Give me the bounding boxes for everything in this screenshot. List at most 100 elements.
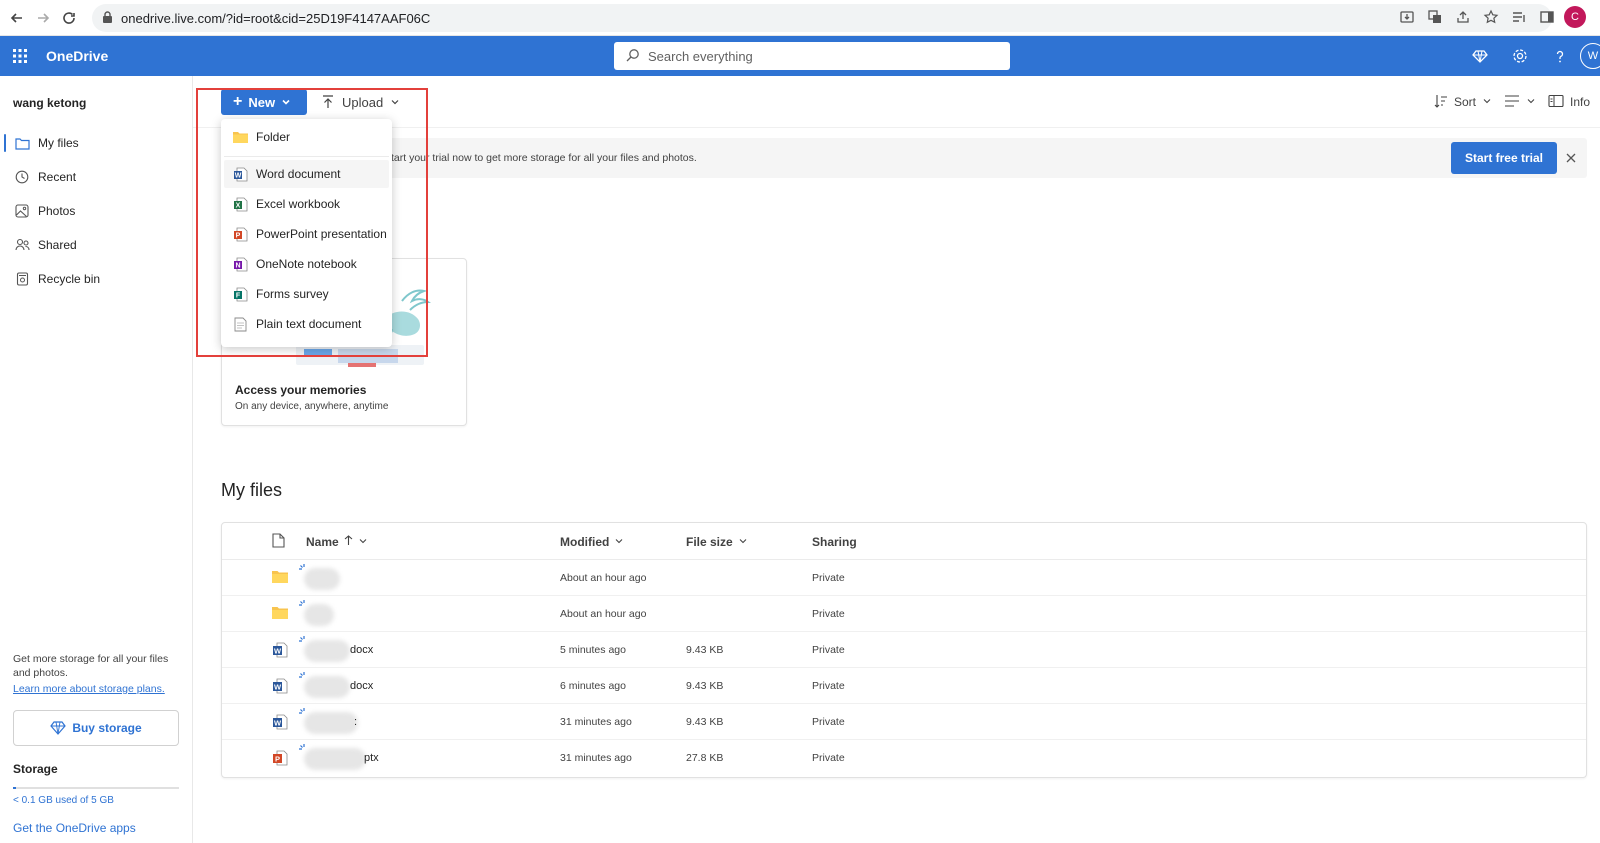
word-icon: W [272,642,288,661]
column-header-modified[interactable]: Modified [560,535,624,549]
search-icon [626,48,640,65]
sharing-cell[interactable]: Private [812,752,845,764]
app-launcher-icon[interactable] [0,36,40,76]
modified-cell: 31 minutes ago [560,752,632,764]
file-size-cell: 27.8 KB [686,752,724,764]
redacted-file-name [304,604,334,626]
sharing-cell[interactable]: Private [812,680,845,692]
diamond-icon [50,721,67,735]
sidebar-item-label: Recent [38,170,77,184]
help-icon[interactable] [1540,36,1580,76]
storage-plans-link[interactable]: Learn more about storage plans. [13,682,178,696]
table-row[interactable]: Wdocx 5 minutes ago 9.43 KB Private [222,632,1586,668]
table-row[interactable]: About an hour ago Private [222,596,1586,632]
user-name: wang ketong [13,96,87,110]
reload-icon[interactable] [56,5,82,31]
back-arrow-icon[interactable] [4,5,30,31]
redacted-file-name [304,568,340,590]
sort-label: Sort [1453,95,1476,109]
info-button[interactable]: Info [1548,94,1590,111]
column-header-name[interactable]: Name [306,535,368,549]
folder-icon [272,570,288,586]
view-layout-button[interactable] [1504,94,1536,111]
sidebar-item-photos[interactable]: Photos [0,194,193,228]
search-input[interactable]: Search everything [614,42,1010,70]
sort-ascending-icon [344,535,353,549]
banner-text: tart your trial now to get more storage … [391,152,697,164]
redacted-file-name [304,748,366,770]
table-row[interactable]: About an hour ago Private [222,560,1586,596]
view-options: Sort Info [1434,89,1590,115]
storage-title: Storage [13,762,58,776]
modified-cell: About an hour ago [560,608,647,620]
sharing-cell[interactable]: Private [812,572,845,584]
sidebar-item-shared[interactable]: Shared [0,228,193,262]
install-app-icon[interactable] [1396,6,1418,28]
app-header: OneDrive Search everything W [0,36,1600,76]
diamond-icon[interactable] [1460,36,1500,76]
sharing-cell[interactable]: Private [812,644,845,656]
file-name-suffix[interactable]: ptx [364,752,379,764]
search-placeholder: Search everything [648,48,753,64]
sidebar-item-label: Shared [38,238,77,252]
file-size-cell: 9.43 KB [686,716,724,728]
storage-progress-bar [13,787,179,789]
sharing-cell[interactable]: Private [812,608,845,620]
reading-list-icon[interactable] [1508,6,1530,28]
redacted-file-name [304,676,350,698]
word-icon: W [272,678,288,697]
settings-gear-icon[interactable] [1500,36,1540,76]
forward-arrow-icon[interactable] [30,5,56,31]
trash-icon [14,271,30,287]
file-name-suffix[interactable]: docx [350,680,373,692]
column-name-label: Name [306,535,339,549]
sidebar-item-recent[interactable]: Recent [0,160,193,194]
annotation-highlight-box [196,88,428,357]
side-panel-icon[interactable] [1536,6,1558,28]
card-title: Access your memories [235,383,367,397]
modified-cell: 31 minutes ago [560,716,632,728]
column-header-file-size[interactable]: File size [686,535,748,549]
translate-icon[interactable] [1424,6,1446,28]
table-row[interactable]: W: 31 minutes ago 9.43 KB Private [222,704,1586,740]
column-sharing-label: Sharing [812,535,857,549]
app-name[interactable]: OneDrive [46,48,108,64]
file-name-suffix[interactable]: docx [350,644,373,656]
modified-cell: 6 minutes ago [560,680,626,692]
file-name-suffix[interactable]: : [354,716,357,728]
file-size-cell: 9.43 KB [686,644,724,656]
sort-button[interactable]: Sort [1434,94,1492,111]
files-table: Name Modified File size Sharing About an… [221,522,1587,778]
file-type-icon[interactable] [272,533,285,551]
column-header-sharing[interactable]: Sharing [812,535,857,549]
start-free-trial-button[interactable]: Start free trial [1450,142,1557,174]
sidebar-item-label: My files [38,136,79,150]
svg-text:W: W [274,646,282,655]
address-bar[interactable]: onedrive.live.com/?id=root&cid=25D19F414… [92,4,1552,32]
list-view-icon [1504,94,1520,111]
section-title: My files [221,480,283,500]
sidebar-item-label: Photos [38,204,76,218]
browser-profile-avatar[interactable]: C [1564,6,1586,28]
table-row[interactable]: Wdocx 6 minutes ago 9.43 KB Private [222,668,1586,704]
sharing-cell[interactable]: Private [812,716,845,728]
folder-icon [272,606,288,622]
table-header: Name Modified File size Sharing [222,523,1586,560]
column-size-label: File size [686,535,733,549]
share-icon[interactable] [1452,6,1474,28]
user-avatar[interactable]: W [1580,43,1600,69]
sidebar-item-my-files[interactable]: My files [0,126,193,160]
star-icon[interactable] [1480,6,1502,28]
powerpoint-icon: P [272,750,288,769]
sidebar-item-recycle-bin[interactable]: Recycle bin [0,262,193,296]
buy-storage-button[interactable]: Buy storage [13,710,179,746]
storage-used-text[interactable]: < 0.1 GB used of 5 GB [13,795,114,806]
get-apps-link[interactable]: Get the OneDrive apps [13,821,136,835]
info-label: Info [1569,95,1590,109]
table-row[interactable]: Pptx 31 minutes ago 27.8 KB Private [222,740,1586,776]
close-icon[interactable] [1561,148,1581,168]
people-icon [14,237,30,253]
url-text: onedrive.live.com/?id=root&cid=25D19F414… [121,10,431,26]
modified-cell: About an hour ago [560,572,647,584]
modified-cell: 5 minutes ago [560,644,626,656]
